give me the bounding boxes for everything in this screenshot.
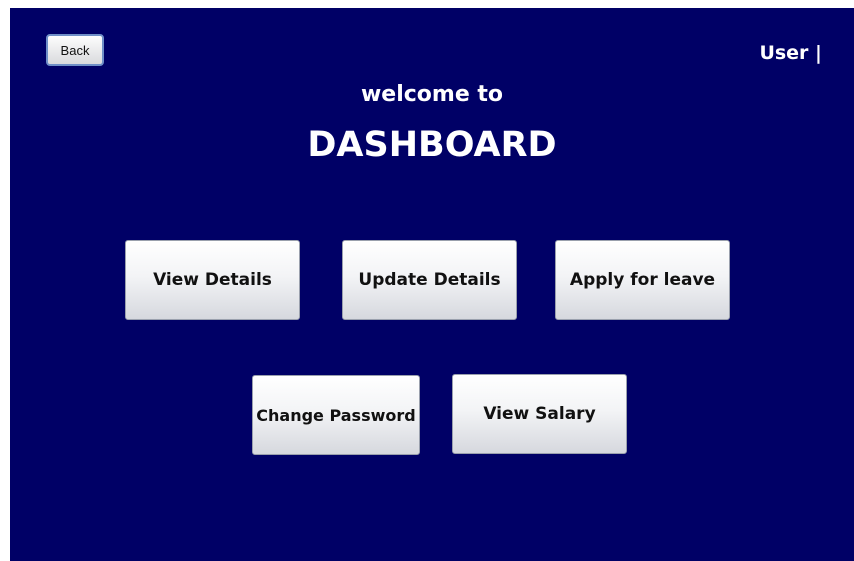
apply-for-leave-button[interactable]: Apply for leave xyxy=(555,240,730,320)
user-label: User | xyxy=(759,42,822,64)
change-password-button[interactable]: Change Password xyxy=(252,375,420,455)
back-button[interactable]: Back xyxy=(46,34,104,66)
view-salary-button[interactable]: View Salary xyxy=(452,374,627,454)
page-title: DASHBOARD xyxy=(307,125,557,165)
welcome-text: welcome to xyxy=(360,82,504,107)
view-details-button[interactable]: View Details xyxy=(125,240,300,320)
dashboard-window: Back User | welcome to DASHBOARD View De… xyxy=(10,8,854,561)
update-details-button[interactable]: Update Details xyxy=(342,240,517,320)
